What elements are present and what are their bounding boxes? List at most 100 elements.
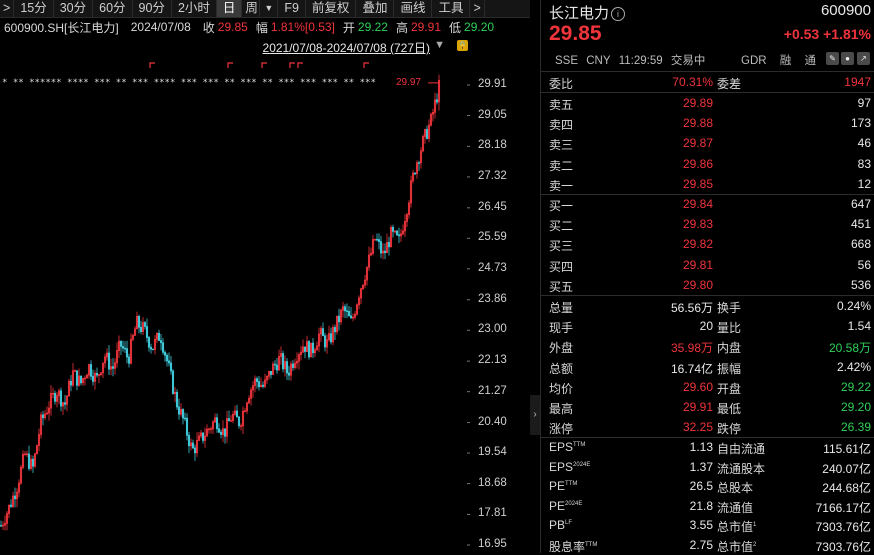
candle-body: [167, 360, 171, 364]
toolbar-right-arrow[interactable]: >: [470, 0, 485, 17]
bell-icon[interactable]: ●: [841, 52, 854, 65]
candle-body: [347, 310, 351, 317]
stat-row: 最高 29.91 最低 29.20: [541, 397, 874, 417]
tools-button[interactable]: 工具: [432, 0, 471, 17]
fund-row: PE2024E 21.8 流通值 7166.17亿: [541, 496, 874, 516]
time-label: 11:29:59: [618, 55, 663, 67]
ask-row[interactable]: 卖三 29.87 46: [541, 133, 874, 153]
bid-row[interactable]: 买四 29.81 56: [541, 255, 874, 275]
bid-row[interactable]: 买二 29.83 451: [541, 214, 874, 234]
lock-icon[interactable]: 🔒: [457, 40, 468, 51]
candle-body: [0, 525, 3, 527]
candle-body: [391, 226, 395, 232]
weibi-label: 委比: [549, 77, 574, 91]
candle-body: [69, 380, 73, 386]
candle-body: [223, 428, 227, 437]
fund-row: EPSTTM 1.13 自由流通 115.61亿: [541, 437, 874, 457]
ask-row[interactable]: 卖一 29.85 12: [541, 174, 874, 194]
tab-60min[interactable]: 60分: [93, 0, 133, 17]
high-value: 29.91: [410, 20, 441, 34]
book-level-label: 买三: [549, 239, 574, 254]
candle-body: [89, 364, 93, 377]
range-dropdown-icon[interactable]: ▼: [434, 39, 445, 51]
share-icon[interactable]: ↗: [857, 52, 870, 65]
candle-body: [171, 370, 175, 394]
stat-row-label-2: 内盘: [717, 341, 742, 356]
quote-panel: 长江电力 i 600900 29.85 +0.53 +1.81% SSE CNY …: [540, 0, 874, 554]
candle-body: [31, 458, 35, 467]
book-level-label: 卖一: [549, 178, 574, 193]
ask-row[interactable]: 卖二 29.86 83: [541, 154, 874, 174]
dropdown-icon[interactable]: ▼: [260, 0, 279, 17]
tab-day[interactable]: 日: [216, 0, 243, 17]
info-icon[interactable]: i: [611, 7, 626, 22]
exchange-label: SSE: [555, 55, 579, 67]
book-volume: 97: [857, 96, 871, 110]
stock-name: 长江电力 i: [549, 2, 626, 23]
bid-row[interactable]: 买三 29.82 668: [541, 234, 874, 254]
bid-row[interactable]: 买五 29.80 536: [541, 275, 874, 295]
f9-button[interactable]: F9: [278, 0, 306, 17]
market-tags: GDR 融 通: [741, 52, 826, 68]
bid-row[interactable]: 买一 29.84 647: [541, 194, 874, 214]
book-level-label: 卖三: [549, 138, 574, 153]
date-label: 2024/07/08: [130, 20, 191, 34]
candle-body: [111, 366, 115, 369]
amp-value: 1.81%[0.53]: [270, 20, 335, 34]
superscript: 2024E: [573, 461, 591, 468]
fund-row-value-2: 7303.76亿: [815, 540, 871, 554]
book-level-label: 买四: [549, 259, 574, 274]
candle-body: [417, 162, 421, 164]
y-tick-label: 25.59: [478, 231, 507, 244]
tab-15min[interactable]: 15分: [14, 0, 54, 17]
candle-body: [191, 442, 195, 449]
y-tick-label: 28.18: [478, 139, 507, 152]
connect-tag: 通: [804, 55, 816, 67]
candle-body: [235, 410, 239, 418]
tab-30min[interactable]: 30分: [54, 0, 94, 17]
draw-button[interactable]: 画线: [394, 0, 433, 17]
y-tick-label: 19.54: [478, 446, 507, 459]
edit-icon[interactable]: ✎: [826, 52, 839, 65]
y-tick-label: 17.81: [478, 507, 507, 520]
overlay-button[interactable]: 叠加: [356, 0, 395, 17]
candlestick-chart[interactable]: * ** ****** **** *** ** *** **** *** ***…: [0, 55, 470, 553]
candle-body: [159, 340, 163, 344]
ask-row[interactable]: 卖四 29.88 173: [541, 113, 874, 133]
symbol-label: 600900.SH[长江电力]: [4, 20, 119, 35]
fund-row-label: PE2024E: [549, 498, 583, 513]
y-tick-label: 24.73: [478, 261, 507, 274]
last-price: 29.85: [549, 22, 602, 45]
candle-body: [383, 250, 387, 254]
trading-status: 交易中: [670, 55, 706, 67]
adjust-button[interactable]: 前复权: [306, 0, 357, 17]
tab-90min[interactable]: 90分: [133, 0, 172, 17]
candle-body: [95, 373, 99, 376]
date-range[interactable]: 2021/07/08-2024/07/08 (727日): [263, 39, 430, 56]
y-tick-label: 16.95: [478, 538, 507, 550]
amp-label: 幅: [255, 20, 268, 35]
fund-row-value-2: 240.07亿: [822, 461, 871, 476]
chart-panel[interactable]: > 15分 30分 60分 90分 2小时 日 周 ▼ F9 前复权 叠加 画线…: [0, 0, 530, 553]
stat-row: 总量 56.56万 换手 0.24%: [541, 296, 874, 316]
period-toolbar: > 15分 30分 60分 90分 2小时 日 周 ▼ F9 前复权 叠加 画线…: [0, 0, 530, 18]
y-tick-label: 29.05: [478, 108, 507, 121]
superscript: TTM: [573, 442, 586, 448]
candle-body: [287, 372, 291, 376]
high-label: 高: [395, 20, 408, 35]
ask-row[interactable]: 卖五 29.89 97: [541, 93, 874, 113]
stock-code: 600900: [820, 2, 871, 19]
fund-row-label-2: 总股本: [717, 481, 754, 496]
stat-row-value: 29.60: [682, 379, 713, 394]
toolbar-left-arrow[interactable]: >: [0, 0, 15, 17]
y-tick-label: 26.45: [478, 200, 507, 213]
stock-name-text: 长江电力: [549, 5, 610, 22]
tab-2hour[interactable]: 2小时: [172, 0, 217, 17]
market-meta: SSE CNY 11:29:59 交易中: [555, 52, 710, 68]
tab-week[interactable]: 周: [242, 0, 261, 17]
superscript: TTM: [565, 481, 578, 488]
collapse-icon[interactable]: ›: [530, 395, 540, 435]
stat-row: 外盘 35.98万 内盘 20.58万: [541, 336, 874, 356]
range-bar: 2021/07/08-2024/07/08 (727日) ▼ 🔒: [0, 38, 530, 55]
candle-body: [145, 326, 149, 338]
